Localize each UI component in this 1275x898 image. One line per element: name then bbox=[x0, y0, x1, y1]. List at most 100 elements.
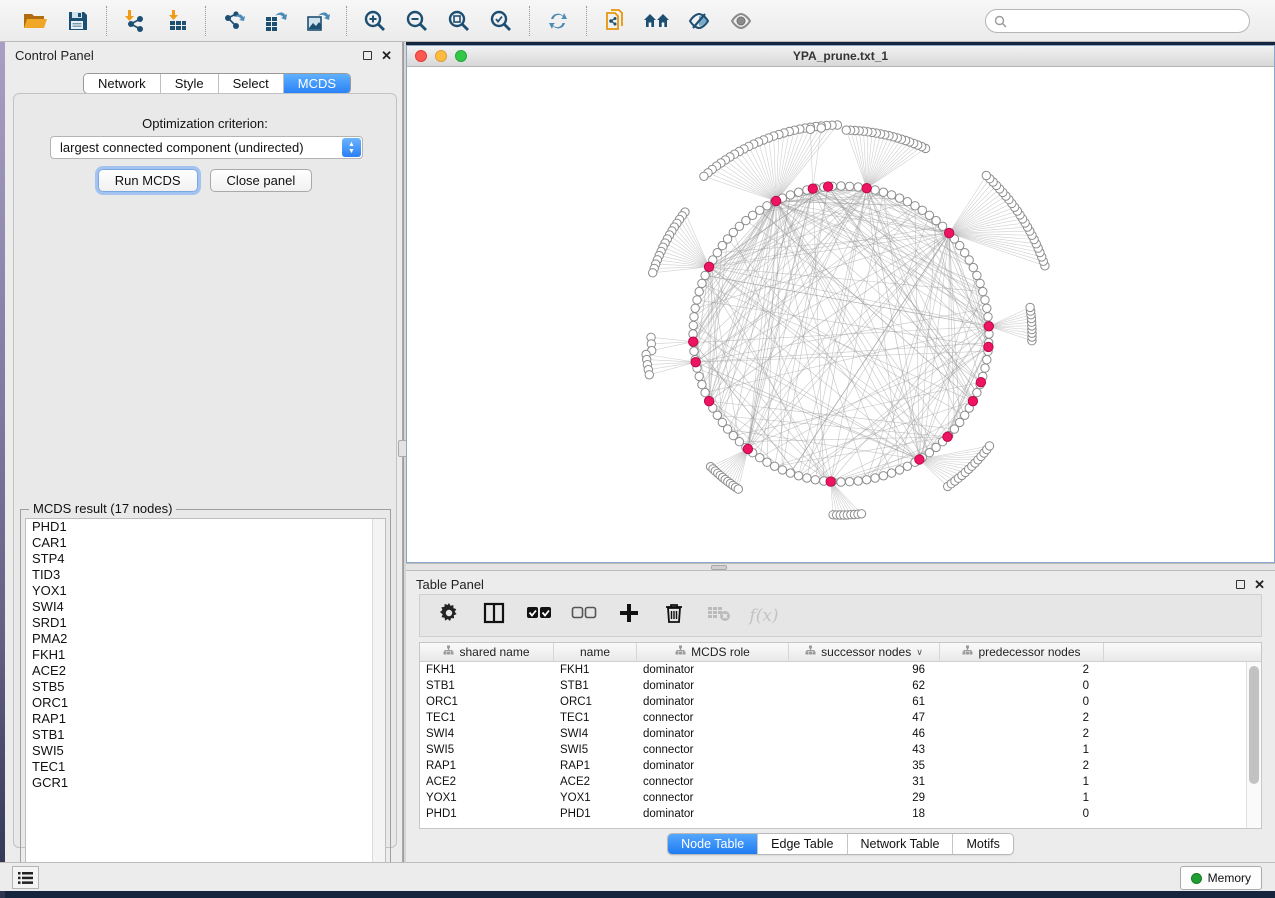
table-cell[interactable]: dominator bbox=[637, 678, 789, 694]
run-mcds-button[interactable]: Run MCDS bbox=[98, 169, 198, 192]
table-cell[interactable]: 47 bbox=[789, 710, 940, 726]
show-panels-button[interactable] bbox=[12, 866, 39, 889]
table-scrollbar-thumb[interactable] bbox=[1249, 666, 1259, 784]
close-panel-button[interactable]: Close panel bbox=[210, 169, 313, 192]
table-row[interactable]: FKH1FKH1dominator962 bbox=[420, 662, 1246, 678]
table-cell[interactable]: 46 bbox=[789, 726, 940, 742]
table-cell[interactable]: YOX1 bbox=[554, 790, 637, 806]
deselect-all-button[interactable] bbox=[572, 604, 596, 628]
clone-network-button[interactable] bbox=[597, 5, 633, 37]
close-panel-icon[interactable]: ✕ bbox=[381, 51, 392, 60]
mcds-result-item[interactable]: TID3 bbox=[26, 567, 385, 583]
table-cell[interactable]: connector bbox=[637, 774, 789, 790]
table-row[interactable]: SWI5SWI5connector431 bbox=[420, 742, 1246, 758]
mcds-result-item[interactable]: SWI4 bbox=[26, 599, 385, 615]
table-row[interactable]: PHD1PHD1dominator180 bbox=[420, 806, 1246, 822]
import-table-button[interactable] bbox=[159, 5, 195, 37]
mcds-result-item[interactable]: PMA2 bbox=[26, 631, 385, 647]
table-cell[interactable]: 61 bbox=[789, 694, 940, 710]
table-row[interactable]: SWI4SWI4dominator462 bbox=[420, 726, 1246, 742]
export-network-button[interactable] bbox=[216, 5, 252, 37]
table-row[interactable]: RAP1RAP1dominator352 bbox=[420, 758, 1246, 774]
table-cell[interactable]: 2 bbox=[940, 710, 1104, 726]
table-cell[interactable]: 1 bbox=[940, 790, 1104, 806]
table-cell[interactable]: dominator bbox=[637, 726, 789, 742]
table-cell[interactable]: PHD1 bbox=[554, 806, 637, 822]
tab-edge-table[interactable]: Edge Table bbox=[758, 834, 847, 854]
delete-column-button[interactable] bbox=[662, 604, 686, 628]
mcds-result-item[interactable]: STP4 bbox=[26, 551, 385, 567]
mcds-result-item[interactable]: PHD1 bbox=[26, 519, 385, 535]
table-cell[interactable]: 0 bbox=[940, 694, 1104, 710]
search-input[interactable] bbox=[1012, 13, 1241, 29]
settings-gear-button[interactable] bbox=[437, 604, 461, 628]
table-cell[interactable]: SWI4 bbox=[420, 726, 554, 742]
table-row[interactable]: TEC1TEC1connector472 bbox=[420, 710, 1246, 726]
column-header-successor-nodes[interactable]: successor nodes∨ bbox=[789, 643, 940, 661]
table-row[interactable]: ACE2ACE2connector311 bbox=[420, 774, 1246, 790]
first-neighbors-button[interactable] bbox=[639, 5, 675, 37]
tab-node-table[interactable]: Node Table bbox=[668, 834, 758, 854]
table-cell[interactable]: dominator bbox=[637, 758, 789, 774]
network-window-titlebar[interactable]: YPA_prune.txt_1 bbox=[407, 46, 1274, 67]
column-header-name[interactable]: name bbox=[554, 643, 637, 661]
table-cell[interactable]: FKH1 bbox=[420, 662, 554, 678]
zoom-in-button[interactable] bbox=[357, 5, 393, 37]
column-header-MCDS-role[interactable]: MCDS role bbox=[637, 643, 789, 661]
save-button[interactable] bbox=[60, 5, 96, 37]
float-panel-icon[interactable] bbox=[363, 51, 372, 60]
mcds-result-item[interactable]: SWI5 bbox=[26, 743, 385, 759]
add-column-button[interactable] bbox=[617, 604, 641, 628]
horizontal-splitter[interactable] bbox=[406, 563, 1275, 571]
mcds-result-item[interactable]: SRD1 bbox=[26, 615, 385, 631]
close-table-panel-icon[interactable]: ✕ bbox=[1254, 580, 1265, 589]
table-cell[interactable]: ACE2 bbox=[554, 774, 637, 790]
export-image-button[interactable] bbox=[300, 5, 336, 37]
mcds-list-scrollbar[interactable] bbox=[372, 519, 385, 875]
mcds-result-item[interactable]: ORC1 bbox=[26, 695, 385, 711]
table-cell[interactable]: 29 bbox=[789, 790, 940, 806]
table-cell[interactable]: RAP1 bbox=[554, 758, 637, 774]
zoom-fit-button[interactable] bbox=[441, 5, 477, 37]
table-cell[interactable]: ORC1 bbox=[420, 694, 554, 710]
table-cell[interactable]: RAP1 bbox=[420, 758, 554, 774]
split-panel-button[interactable] bbox=[482, 604, 506, 628]
mcds-result-item[interactable]: GCR1 bbox=[26, 775, 385, 791]
table-cell[interactable]: TEC1 bbox=[554, 710, 637, 726]
zoom-out-button[interactable] bbox=[399, 5, 435, 37]
mcds-result-item[interactable]: FKH1 bbox=[26, 647, 385, 663]
table-row[interactable]: STB1STB1dominator620 bbox=[420, 678, 1246, 694]
float-table-panel-icon[interactable] bbox=[1236, 580, 1245, 589]
mcds-result-item[interactable]: ACE2 bbox=[26, 663, 385, 679]
hide-selected-button[interactable] bbox=[681, 5, 717, 37]
table-cell[interactable]: ORC1 bbox=[554, 694, 637, 710]
table-cell[interactable]: 0 bbox=[940, 806, 1104, 822]
table-cell[interactable]: 2 bbox=[940, 662, 1104, 678]
table-cell[interactable]: ACE2 bbox=[420, 774, 554, 790]
folder-open-button[interactable] bbox=[18, 5, 54, 37]
table-cell[interactable]: connector bbox=[637, 742, 789, 758]
memory-button[interactable]: Memory bbox=[1180, 866, 1262, 890]
tab-network-table[interactable]: Network Table bbox=[848, 834, 954, 854]
select-all-button[interactable] bbox=[527, 604, 551, 628]
mcds-result-item[interactable]: RAP1 bbox=[26, 711, 385, 727]
table-cell[interactable]: 0 bbox=[940, 678, 1104, 694]
table-cell[interactable]: 2 bbox=[940, 758, 1104, 774]
network-view-canvas[interactable] bbox=[407, 67, 1274, 562]
table-cell[interactable]: FKH1 bbox=[554, 662, 637, 678]
mcds-result-item[interactable]: CAR1 bbox=[26, 535, 385, 551]
table-cell[interactable]: SWI4 bbox=[554, 726, 637, 742]
table-cell[interactable]: dominator bbox=[637, 806, 789, 822]
table-cell[interactable]: 2 bbox=[940, 726, 1104, 742]
table-cell[interactable]: YOX1 bbox=[420, 790, 554, 806]
column-header-shared-name[interactable]: shared name bbox=[420, 643, 554, 661]
tab-select[interactable]: Select bbox=[219, 74, 284, 93]
refresh-button[interactable] bbox=[540, 5, 576, 37]
table-cell[interactable]: 35 bbox=[789, 758, 940, 774]
zoom-selected-button[interactable] bbox=[483, 5, 519, 37]
tab-style[interactable]: Style bbox=[161, 74, 219, 93]
window-close-icon[interactable] bbox=[415, 50, 427, 62]
window-minimize-icon[interactable] bbox=[435, 50, 447, 62]
table-cell[interactable]: SWI5 bbox=[554, 742, 637, 758]
table-cell[interactable]: 96 bbox=[789, 662, 940, 678]
